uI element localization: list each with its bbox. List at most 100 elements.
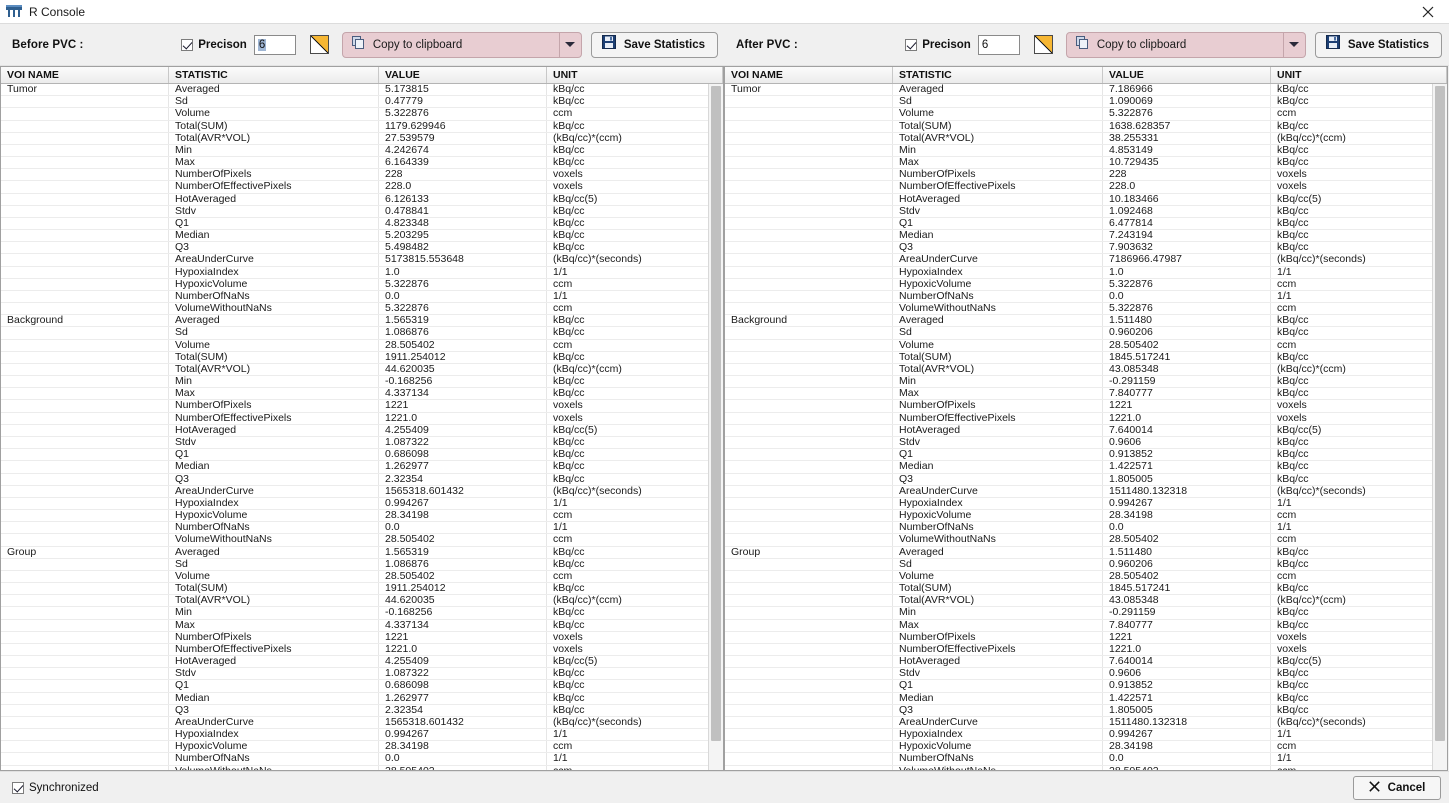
table-row[interactable]: Volume 5.322876 ccm: [1, 108, 723, 121]
table-row[interactable]: Total(SUM) 1845.517241 kBq/cc: [725, 351, 1447, 364]
table-row[interactable]: NumberOfEffectivePixels 1221.0 voxels: [1, 643, 723, 657]
table-row[interactable]: Total(AVR*VOL) 43.085348 (kBq/cc)*(ccm): [725, 595, 1447, 608]
scrollbar-thumb[interactable]: [1435, 86, 1445, 741]
table-row[interactable]: Total(AVR*VOL) 44.620035 (kBq/cc)*(ccm): [1, 595, 723, 608]
vertical-scrollbar-right[interactable]: [1432, 84, 1447, 770]
table-row[interactable]: NumberOfEffectivePixels 228.0 voxels: [1, 181, 723, 194]
table-row[interactable]: Median 1.262977 kBq/cc: [1, 692, 723, 705]
table-row[interactable]: AreaUnderCurve 1565318.601432 (kBq/cc)*(se…: [1, 716, 723, 730]
table-row[interactable]: Total(AVR*VOL) 27.539579 (kBq/cc)*(ccm): [1, 132, 723, 145]
table-row[interactable]: Volume 5.322876 ccm: [725, 108, 1447, 121]
column-header-voi-name[interactable]: VOI NAME: [1, 67, 169, 83]
column-header-unit[interactable]: UNIT: [547, 67, 723, 83]
table-row[interactable]: HypoxiaIndex 1.0 1/1: [725, 266, 1447, 279]
table-row[interactable]: Median 7.243194 kBq/cc: [725, 230, 1447, 243]
table-row[interactable]: Median 1.422571 kBq/cc: [725, 461, 1447, 474]
scrollbar-thumb[interactable]: [711, 86, 721, 741]
save-statistics-button-right[interactable]: Save Statistics: [1314, 31, 1442, 58]
table-row[interactable]: AreaUnderCurve 7186966.47987 (kBq/cc)*(sec…: [725, 254, 1447, 267]
table-row[interactable]: NumberOfPixels 228 voxels: [725, 169, 1447, 182]
table-row[interactable]: Group Averaged 1.565319 kBq/cc: [1, 546, 723, 559]
table-row[interactable]: Total(AVR*VOL) 44.620035 (kBq/cc)*(ccm): [1, 363, 723, 377]
table-row[interactable]: HypoxiaIndex 0.994267 1/1: [725, 497, 1447, 511]
table-row[interactable]: AreaUnderCurve 5173815.553648 (kBq/cc)*(se…: [1, 254, 723, 267]
table-row[interactable]: HypoxiaIndex 0.994267 1/1: [1, 729, 723, 742]
table-row[interactable]: HotAveraged 6.126133 kBq/cc(5): [1, 193, 723, 206]
table-row[interactable]: Q1 0.913852 kBq/cc: [725, 449, 1447, 462]
save-statistics-button-left[interactable]: Save Statistics: [590, 31, 718, 58]
vertical-scrollbar-left[interactable]: [708, 84, 723, 770]
table-row[interactable]: VolumeWithoutNaNs28.505402ccm: [1, 765, 723, 770]
table-row[interactable]: Q3 2.32354 kBq/cc: [1, 704, 723, 717]
table-row[interactable]: Total(AVR*VOL) 43.085348 (kBq/cc)*(ccm): [725, 363, 1447, 377]
table-row[interactable]: Sd 1.090069 kBq/cc: [725, 96, 1447, 109]
table-row[interactable]: Stdv 0.9606 kBq/cc: [725, 436, 1447, 450]
table-row[interactable]: Max 4.337134 kBq/cc: [1, 619, 723, 632]
table-row[interactable]: NumberOfPixels 1221 voxels: [725, 631, 1447, 644]
table-row[interactable]: Max 10.729435 kBq/cc: [725, 157, 1447, 170]
table-row[interactable]: Q3 1.805005 kBq/cc: [725, 704, 1447, 717]
table-row[interactable]: Max 6.164339 kBq/cc: [1, 157, 723, 170]
table-row[interactable]: Sd 0.960206 kBq/cc: [725, 327, 1447, 340]
copy-dropdown-left[interactable]: [559, 31, 582, 58]
table-row[interactable]: HypoxiaIndex 0.994267 1/1: [1, 497, 723, 511]
table-row[interactable]: NumberOfNaNs 0.0 1/1: [1, 290, 723, 304]
table-row[interactable]: HotAveraged 10.183466 kBq/cc(5): [725, 193, 1447, 206]
table-row[interactable]: Total(AVR*VOL) 38.255331 (kBq/cc)*(ccm): [725, 132, 1447, 145]
table-row[interactable]: Median 5.203295 kBq/cc: [1, 230, 723, 243]
table-row[interactable]: Q1 6.477814 kBq/cc: [725, 217, 1447, 231]
synchronized-checkbox[interactable]: Synchronized: [12, 781, 99, 794]
precision-checkbox-left[interactable]: Precison: [181, 38, 247, 51]
table-row[interactable]: HypoxicVolume 28.34198 ccm: [725, 510, 1447, 523]
table-row[interactable]: Group Averaged 1.511480 kBq/cc: [725, 546, 1447, 559]
table-row[interactable]: HypoxiaIndex 1.0 1/1: [1, 266, 723, 279]
table-row[interactable]: AreaUnderCurve 1511480.132318 (kBq/cc)*(se…: [725, 485, 1447, 498]
table-row[interactable]: Stdv 0.478841 kBq/cc: [1, 205, 723, 218]
table-row[interactable]: NumberOfEffectivePixels 1221.0 voxels: [1, 412, 723, 425]
table-row[interactable]: Total(SUM) 1638.628357 kBq/cc: [725, 120, 1447, 133]
table-row[interactable]: Background Averaged 1.511480 kBq/cc: [725, 315, 1447, 328]
table-row[interactable]: Volume 28.505402 ccm: [1, 339, 723, 352]
table-row[interactable]: NumberOfNaNs 0.0 1/1: [725, 753, 1447, 766]
table-row[interactable]: NumberOfPixels 228 voxels: [1, 169, 723, 182]
table-row[interactable]: NumberOfEffectivePixels 1221.0 voxels: [725, 412, 1447, 425]
table-row[interactable]: Median 1.422571 kBq/cc: [725, 692, 1447, 705]
table-row[interactable]: Total(SUM) 1845.517241 kBq/cc: [725, 583, 1447, 596]
table-row[interactable]: HypoxicVolume 28.34198 ccm: [725, 741, 1447, 754]
table-row[interactable]: VolumeWithoutNaNs 5.322876 ccm: [1, 303, 723, 316]
column-header-statistic[interactable]: STATISTIC: [169, 67, 379, 83]
table-row[interactable]: NumberOfPixels 1221 voxels: [1, 631, 723, 644]
table-row[interactable]: Min -0.291159 kBq/cc: [725, 607, 1447, 620]
precision-input-right[interactable]: 6: [977, 34, 1020, 55]
table-row[interactable]: Q1 0.913852 kBq/cc: [725, 680, 1447, 693]
table-row[interactable]: Min -0.168256 kBq/cc: [1, 607, 723, 620]
table-row[interactable]: HypoxicVolume 5.322876 ccm: [725, 278, 1447, 291]
column-header-voi-name[interactable]: VOI NAME: [725, 67, 893, 83]
precision-input-left[interactable]: 6: [253, 34, 296, 55]
table-row[interactable]: Q1 0.686098 kBq/cc: [1, 680, 723, 693]
precision-checkbox-right[interactable]: Precison: [905, 38, 971, 51]
close-icon[interactable]: [1411, 0, 1445, 24]
table-row[interactable]: Tumor Averaged 7.186966 kBq/cc: [725, 84, 1447, 97]
table-row[interactable]: VolumeWithoutNaNs28.505402ccm: [1, 534, 723, 547]
column-header-value[interactable]: VALUE: [379, 67, 547, 83]
table-row[interactable]: Q3 1.805005 kBq/cc: [725, 473, 1447, 486]
table-row[interactable]: Max 4.337134 kBq/cc: [1, 388, 723, 401]
table-row[interactable]: Min -0.168256 kBq/cc: [1, 376, 723, 389]
table-row[interactable]: HotAveraged 7.640014 kBq/cc(5): [725, 424, 1447, 437]
table-row[interactable]: Background Averaged 1.565319 kBq/cc: [1, 315, 723, 328]
table-row[interactable]: NumberOfPixels 1221 voxels: [725, 400, 1447, 413]
table-row[interactable]: NumberOfEffectivePixels 1221.0 voxels: [725, 643, 1447, 657]
column-header-value[interactable]: VALUE: [1103, 67, 1271, 83]
table-row[interactable]: Stdv 1.087322 kBq/cc: [1, 436, 723, 450]
table-row[interactable]: VolumeWithoutNaNs28.505402ccm: [725, 765, 1447, 770]
table-row[interactable]: Tumor Averaged 5.173815 kBq/cc: [1, 84, 723, 97]
table-row[interactable]: Stdv 1.087322 kBq/cc: [1, 668, 723, 681]
cancel-button[interactable]: Cancel: [1353, 775, 1441, 800]
table-row[interactable]: Volume 28.505402 ccm: [725, 570, 1447, 584]
table-row[interactable]: Min 4.853149 kBq/cc: [725, 144, 1447, 158]
table-row[interactable]: Volume 28.505402 ccm: [725, 339, 1447, 352]
table-row[interactable]: Median 1.262977 kBq/cc: [1, 461, 723, 474]
table-row[interactable]: Total(SUM) 1911.254012 kBq/cc: [1, 351, 723, 364]
table-row[interactable]: VolumeWithoutNaNs28.505402ccm: [725, 534, 1447, 547]
